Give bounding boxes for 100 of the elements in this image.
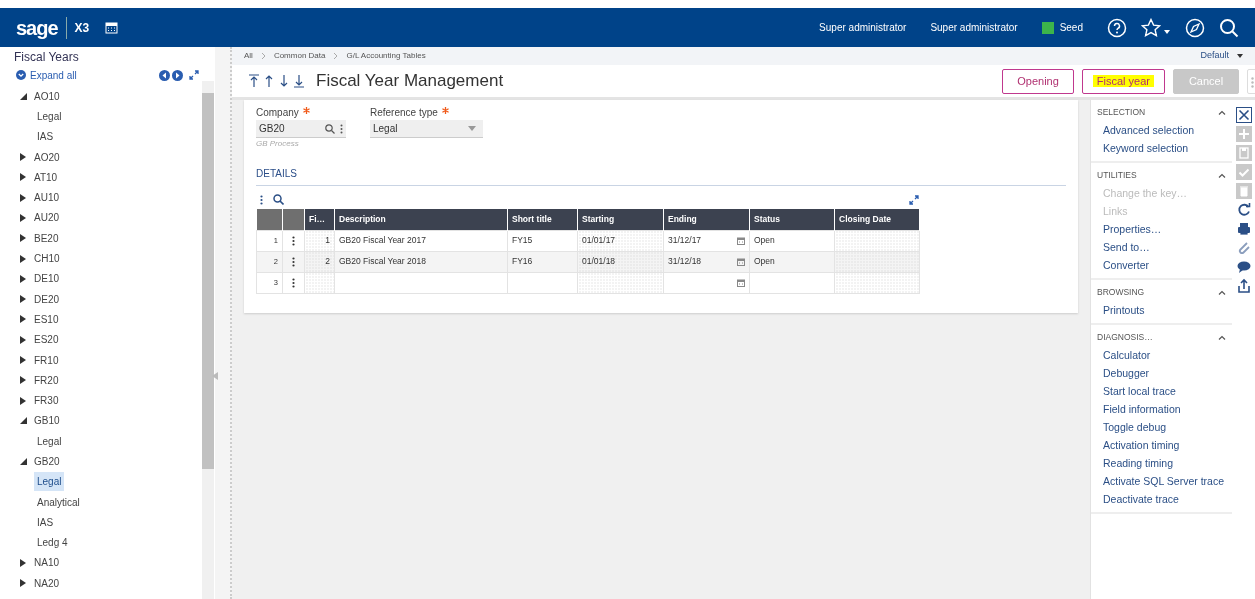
tree-item[interactable]: Legal [34,431,65,451]
tree-item[interactable]: DE20 [34,291,59,307]
tree-item[interactable]: GB20 [34,454,60,469]
tree-item[interactable]: ES10 [34,311,59,327]
star-icon[interactable] [1141,17,1161,38]
menu-link[interactable]: Field information [1091,400,1232,418]
tree-item[interactable]: BE20 [34,230,59,246]
menu-link[interactable]: Deactivate trace [1091,490,1232,508]
row-menu-icon[interactable] [292,256,295,267]
tree-item[interactable]: FR30 [34,393,59,409]
tree-item[interactable]: IAS [34,127,57,147]
tree-item[interactable]: IAS [34,512,57,532]
menu-link[interactable]: Calculator [1091,346,1232,364]
menu-link[interactable]: Activation timing [1091,436,1232,454]
collapsed-icon[interactable] [20,234,26,243]
tree-item[interactable]: AU20 [34,210,59,226]
row-menu-icon[interactable] [292,235,295,246]
column-header[interactable]: Ending [663,209,750,230]
column-header[interactable]: Starting [577,209,664,230]
chevron-up-icon[interactable] [1218,172,1226,178]
menu-link[interactable]: Reading timing [1091,454,1232,472]
scrollbar-thumb[interactable] [202,93,214,469]
expand-all-link[interactable]: Expand all [16,67,77,83]
next-icon[interactable] [172,69,183,81]
collapsed-icon[interactable] [20,173,26,182]
expanded-icon[interactable] [20,458,27,465]
tree-item[interactable]: CH10 [34,251,60,266]
user-name[interactable]: Super administrator [930,20,1018,35]
search-icon[interactable] [1219,17,1239,38]
menu-link[interactable]: Converter [1091,256,1232,274]
tree-item[interactable]: Legal [34,106,65,126]
menu-link[interactable]: Debugger [1091,364,1232,382]
collapsed-icon[interactable] [20,396,26,405]
down-arrow-icon[interactable] [278,74,290,88]
more-icon[interactable] [340,123,343,134]
tree-item[interactable]: AO10 [34,88,60,104]
tree-item[interactable]: Legal [34,472,65,492]
menu-link[interactable]: Activate SQL Server trace [1091,472,1232,490]
expanded-icon[interactable] [20,92,27,100]
menu-link[interactable]: Start local trace [1091,382,1232,400]
more-icon[interactable] [260,194,263,205]
user-name[interactable]: Super administrator [819,20,907,35]
collapsed-icon[interactable] [20,274,26,283]
expand-icon[interactable] [909,194,919,205]
chevron-up-icon[interactable] [1218,289,1226,295]
bottom-arrow-icon[interactable] [293,74,305,88]
expanded-icon[interactable] [20,417,27,425]
tree-item[interactable]: FR20 [34,372,59,388]
menu-link[interactable]: Toggle debug [1091,418,1232,436]
collapsed-icon[interactable] [20,376,26,385]
tree-item[interactable]: ES20 [34,332,59,348]
folder-name[interactable]: Seed [1059,20,1083,35]
compass-icon[interactable] [1185,17,1205,38]
column-header[interactable]: Short title [507,209,578,230]
previous-icon[interactable] [159,69,170,81]
close-icon[interactable] [1235,107,1252,123]
tree-item[interactable]: Ledg 4 [34,533,71,553]
collapsed-icon[interactable] [20,193,26,202]
tree-item[interactable]: GB10 [34,413,60,429]
reference-type-select[interactable]: Legal [370,120,483,138]
company-field[interactable]: GB20 [256,120,346,138]
breadcrumb-link[interactable]: All [244,50,253,62]
speech-bubble-icon[interactable] [1235,259,1252,275]
search-icon[interactable] [325,123,335,134]
share-icon[interactable] [1235,278,1252,294]
action-button[interactable]: Fiscal year [1081,68,1165,94]
column-header[interactable]: Description [334,209,508,230]
tree-item[interactable]: NA20 [34,575,59,591]
tree-item[interactable]: AU10 [34,190,59,206]
collapsed-icon[interactable] [20,153,26,162]
collapsed-icon[interactable] [20,295,26,304]
collapsed-icon[interactable] [20,213,26,222]
collapsed-icon[interactable] [20,356,26,364]
collapsed-icon[interactable] [20,579,26,588]
row-menu-icon[interactable] [292,277,295,288]
refresh-icon[interactable] [1235,202,1252,218]
top-arrow-icon[interactable] [248,74,260,88]
menu-link[interactable]: Properties… [1091,220,1232,238]
tree-item[interactable]: DE10 [34,271,59,287]
up-arrow-icon[interactable] [263,74,275,88]
tree-item[interactable]: Analytical [34,492,83,512]
column-header[interactable]: Status [749,209,835,230]
column-header[interactable]: Closing Date [834,209,920,230]
action-button[interactable]: Opening [1002,68,1074,94]
expand-icon[interactable] [189,70,199,80]
chevron-up-icon[interactable] [1218,109,1226,115]
column-header[interactable]: Fi… [304,209,335,230]
chevron-up-icon[interactable] [1218,334,1226,340]
help-icon[interactable] [1107,17,1127,38]
tree-item[interactable]: AO20 [34,149,60,165]
menu-link[interactable]: Send to… [1091,238,1232,256]
breadcrumb-link[interactable]: G/L Accounting Tables [346,50,426,62]
printer-icon[interactable] [1235,221,1252,237]
tree-item[interactable]: FR10 [34,352,59,368]
breadcrumb-link[interactable]: Common Data [273,50,326,62]
collapsed-icon[interactable] [20,335,26,344]
menu-link[interactable]: Printouts [1091,301,1232,319]
menu-link[interactable]: Keyword selection [1091,139,1232,157]
tree-item[interactable]: AT10 [34,169,58,185]
collapsed-icon[interactable] [20,254,26,263]
